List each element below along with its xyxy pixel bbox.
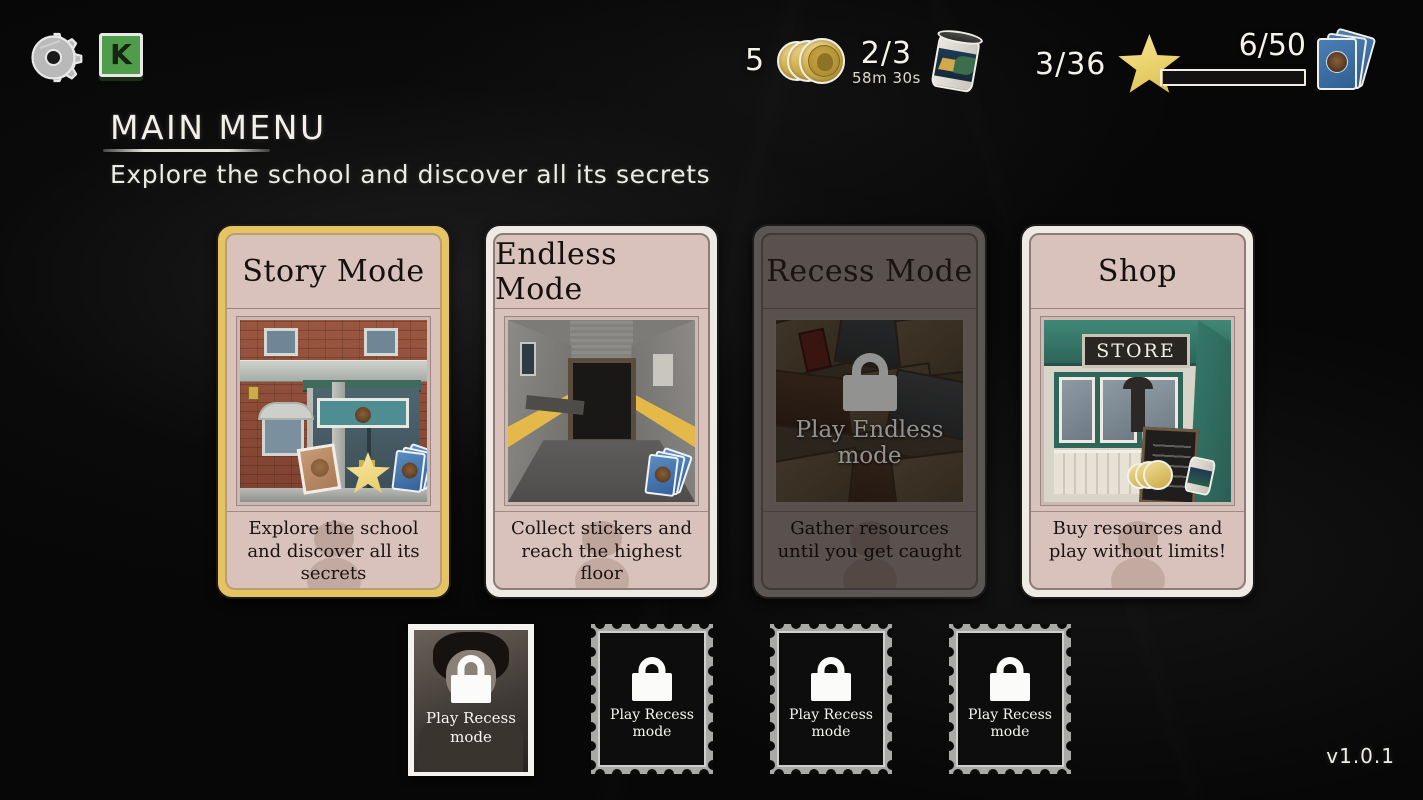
lock-icon [808,656,854,701]
mode-card-recess[interactable]: Recess Mode Play Endless mode Gather res [752,224,987,599]
coins-indicator[interactable]: 5 [745,34,849,86]
page-title: MAIN MENU [110,108,327,147]
title-underline [103,149,270,152]
mode-card-description: Collect stickers and reach the highest f… [495,511,708,588]
sticker-lock-text: Play Recess mode [610,706,694,741]
card-sticker-icon [644,446,694,499]
stamp-perforation [887,624,897,774]
lock-icon [446,655,496,704]
cans-refill-timer: 58m 30s [852,68,921,87]
mode-card-title: Story Mode [227,235,440,309]
mode-card-art-recess: Play Endless mode [772,316,967,506]
mode-card-shop[interactable]: Shop STORE Buy resources and play withou… [1020,224,1255,599]
mode-card-title: Recess Mode [763,235,976,309]
stamp-perforation [586,624,596,774]
stamp-perforation [949,769,1071,779]
coins-value: 5 [745,42,766,78]
sticker-slot-4[interactable]: Play Recess mode [944,619,1076,779]
mode-card-description-text: Gather resources until you get caught [777,518,962,562]
lock-icon [839,352,901,411]
mode-card-description: Explore the school and discover all its … [227,511,440,588]
stars-indicator[interactable]: 3/36 [1035,34,1181,94]
cards-progress-fill [1162,71,1163,88]
stamp-perforation [591,619,713,629]
stamp-perforation [591,769,713,779]
mode-card-endless[interactable]: Endless Mode Collect stickers and reach … [484,224,719,599]
lock-icon [987,656,1033,701]
sticker-lock-text: Play Recess mode [968,706,1052,741]
sticker-slot-3[interactable]: Play Recess mode [765,619,897,779]
sticker-lock-text: Play Recess mode [789,706,873,741]
mode-card-description-text: Buy resources and play without limits! [1048,518,1227,562]
mode-lock-overlay: Play Endless mode [776,320,963,502]
mode-card-description-text: Explore the school and discover all its … [247,518,420,585]
kongregate-button[interactable]: K [99,33,147,83]
stamp-perforation [708,624,718,774]
kongregate-k-icon: K [99,33,143,77]
cans-value: 2/3 [860,35,913,71]
mode-card-art-store: STORE [1040,316,1235,506]
sticker-slot-1[interactable]: Play Recess mode [408,624,534,776]
coin-icon [777,34,849,86]
mode-card-description-text: Collect stickers and reach the highest f… [510,518,693,585]
book-sticker-icon [296,443,342,495]
mode-card-title: Endless Mode [495,235,708,309]
can-icon [924,26,988,96]
mode-lock-requirement-text: Play Endless mode [795,416,944,469]
mode-card-row: Story Mode Explore the school and discov… [216,224,1255,599]
mode-card-description: Buy resources and play without limits! [1031,511,1244,588]
sticker-row: Play Recess mode Play Recess mode Play R… [408,619,1076,779]
store-sign: STORE [1082,334,1190,368]
stamp-perforation [944,624,954,774]
stamp-perforation [770,769,892,779]
main-menu-screen: K 5 2/3 58m 30s 3/36 6/50 MAIN MENU Expl… [0,0,1423,800]
cards-indicator[interactable]: 6/50 [1160,27,1377,94]
cards-value: 6/50 [1238,28,1306,63]
lock-icon [629,656,675,701]
mode-card-art-hallway [504,316,699,506]
mode-card-title: Shop [1031,235,1244,309]
mode-card-description: Gather resources until you get caught [763,511,976,588]
sticker-slot-2[interactable]: Play Recess mode [586,619,718,779]
stamp-perforation [949,619,1071,629]
page-subtitle: Explore the school and discover all its … [110,160,711,189]
cans-indicator[interactable]: 2/3 58m 30s [852,27,984,94]
card-deck-icon [1314,27,1377,94]
cards-progress-bar [1160,69,1306,88]
top-status-bar: K 5 2/3 58m 30s 3/36 6/50 [0,0,1423,105]
coin-icon [1127,458,1173,492]
version-label: v1.0.1 [1326,744,1395,768]
stamp-perforation [765,624,775,774]
mode-card-story[interactable]: Story Mode Explore the school and discov… [216,224,451,599]
settings-button[interactable] [28,30,83,85]
sticker-lock-text: Play Recess mode [426,709,516,746]
stamp-perforation [770,619,892,629]
stars-value: 3/36 [1035,46,1107,82]
card-sticker-icon [391,442,427,495]
stamp-perforation [1066,624,1076,774]
gear-icon [31,32,83,83]
mode-card-art-school [236,316,431,506]
